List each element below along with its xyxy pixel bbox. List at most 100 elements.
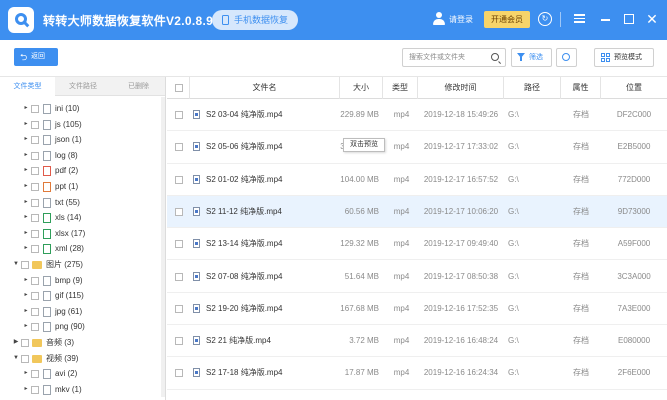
tree-checkbox[interactable] (31, 292, 39, 301)
tree-item[interactable]: ▸ json (1) (0, 132, 160, 148)
tree-item-label: xls (14) (55, 213, 82, 223)
maximize-icon[interactable] (622, 12, 636, 26)
tree-checkbox[interactable] (31, 245, 39, 254)
menu-icon[interactable] (572, 12, 586, 26)
close-icon[interactable]: ✕ (645, 12, 659, 26)
table-row[interactable]: S2 01-02 纯净版.mp4 104.00 MB mp4 2019-12-17 1… (167, 164, 667, 196)
tree-item[interactable]: ▸ mkv (1) (0, 382, 160, 398)
tree-checkbox[interactable] (31, 120, 39, 129)
back-button[interactable]: ⮌ 返回 (14, 48, 58, 66)
tree-checkbox[interactable] (31, 136, 39, 145)
search-icon[interactable] (491, 53, 499, 61)
tree-item[interactable]: ▸ xml (28) (0, 241, 160, 257)
row-checkbox[interactable] (175, 304, 183, 313)
tree-checkbox[interactable] (31, 229, 39, 238)
table-row[interactable]: S2 17-18 纯净版.mp4 17.87 MB mp4 2019-12-16 16… (167, 357, 667, 390)
tree-checkbox[interactable] (21, 261, 29, 269)
tree-item[interactable]: ▸ bmp (9) (0, 273, 160, 289)
file-type-icon (43, 182, 51, 192)
login-link[interactable]: 请登录 (449, 14, 473, 25)
tree-item[interactable]: ▸ js (105) (0, 117, 160, 133)
tree-item[interactable]: ▸ pdf (2) (0, 163, 160, 179)
phone-recovery-button[interactable]: 手机数据恢复 (212, 10, 298, 30)
row-checkbox[interactable] (175, 240, 183, 249)
tree-item[interactable]: ▶ 音频 (3) (0, 335, 160, 351)
tree-checkbox[interactable] (31, 276, 39, 285)
expand-down-icon[interactable]: ▼ (12, 351, 20, 367)
tree-checkbox[interactable] (31, 214, 39, 223)
tree-item-label: xlsx (17) (55, 228, 86, 238)
tree-checkbox[interactable] (31, 151, 39, 160)
select-all-checkbox[interactable] (175, 84, 183, 92)
tree-item[interactable]: ▸ gif (115) (0, 288, 160, 304)
tree-item[interactable]: ▸ ppt (1) (0, 179, 160, 195)
tree-checkbox[interactable] (31, 198, 39, 207)
row-checkbox[interactable] (175, 143, 183, 152)
column-position[interactable]: 位置 (601, 77, 667, 99)
video-file-icon (193, 174, 200, 184)
table-row[interactable]: S2 21 纯净版.mp4 3.72 MB mp4 2019-12-16 16:48:… (167, 325, 667, 358)
tree-checkbox[interactable] (31, 370, 39, 379)
column-modified[interactable]: 修改时间 (418, 77, 504, 99)
file-size-cell: 129.32 MB (340, 239, 379, 249)
tree-item[interactable]: ▸ txt (55) (0, 195, 160, 211)
row-checkbox[interactable] (175, 369, 183, 378)
tab-file-type[interactable]: 文件类型 (0, 77, 55, 96)
user-icon[interactable] (432, 12, 446, 26)
tree-connector-icon: ▸ (24, 183, 28, 189)
table-row[interactable]: S2 05-06 纯净版.mp4345.54 MBmp42019-12-17 1… (167, 131, 667, 164)
tree-item[interactable]: ▸ log (8) (0, 148, 160, 164)
table-row[interactable]: S2 11-12 纯净版.mp4 60.56 MB mp4 2019-12-17 10… (167, 195, 667, 229)
row-checkbox[interactable] (175, 207, 183, 216)
row-checkbox[interactable] (175, 111, 183, 119)
column-type[interactable]: 类型 (383, 77, 418, 99)
column-attr[interactable]: 属性 (561, 77, 601, 99)
preview-mode-button[interactable]: 预览模式 (594, 48, 654, 67)
search-input[interactable] (403, 49, 487, 66)
back-arrow-icon: ⮌ (20, 52, 28, 62)
tree-checkbox[interactable] (31, 307, 39, 316)
row-checkbox[interactable] (175, 337, 183, 346)
tree-item[interactable]: ▸ ini (10) (0, 101, 160, 117)
row-checkbox[interactable] (175, 272, 183, 281)
tab-file-path[interactable]: 文件路径 (55, 77, 111, 96)
table-row[interactable]: S2 19-20 纯净版.mp4 167.68 MB mp4 2019-12-16 1… (167, 293, 667, 326)
tree-connector-icon: ▸ (24, 136, 28, 143)
tab-deleted[interactable]: 已删除 (111, 77, 165, 96)
sidebar-scrollbar[interactable] (161, 97, 165, 397)
column-name[interactable]: 文件名 (190, 77, 340, 99)
tree-item[interactable]: ▸ avi (2) (0, 366, 160, 382)
tree-item[interactable]: ▸ jpg (61) (0, 304, 160, 320)
tree-item[interactable]: ▸ xlsx (17) (0, 226, 160, 242)
expand-down-icon[interactable]: ▼ (12, 257, 20, 273)
tree-checkbox[interactable] (31, 323, 39, 332)
vip-button[interactable]: 开通会员 (484, 11, 530, 28)
tree-checkbox[interactable] (31, 385, 39, 394)
tree-checkbox[interactable] (31, 183, 39, 191)
zoom-button[interactable] (556, 48, 577, 67)
tree-checkbox[interactable] (31, 167, 39, 176)
attr-cell: 存档 (573, 206, 589, 216)
tree-item[interactable]: ▸ xls (14) (0, 210, 160, 226)
column-size[interactable]: 大小 (340, 77, 383, 99)
refresh-icon[interactable]: ↻ (538, 12, 552, 26)
tree-item-label: 音频 (3) (46, 338, 74, 347)
row-checkbox[interactable] (175, 175, 183, 184)
preview-mode-label: 预览模式 (614, 54, 642, 61)
tree-item[interactable]: ▼ 视频 (39) (0, 351, 160, 367)
table-row[interactable]: S2 13-14 纯净版.mp4 129.32 MB mp4 2019-12-17 0… (167, 228, 667, 261)
table-row[interactable]: S2 07-08 纯净版.mp4 51.64 MB mp4 2019-12-17 08… (167, 261, 667, 293)
column-path[interactable]: 路径 (504, 77, 561, 99)
tree-item[interactable]: ▼ 图片 (275) (0, 257, 160, 273)
minimize-icon[interactable] (598, 12, 612, 26)
tree-item[interactable]: ▸ png (90) (0, 319, 160, 335)
tree-item-label: ini (10) (55, 104, 80, 113)
tree-connector-icon: ▸ (24, 370, 28, 377)
tree-checkbox[interactable] (31, 105, 39, 113)
tree-checkbox[interactable] (21, 354, 29, 363)
expand-right-icon[interactable]: ▶ (12, 335, 20, 351)
tree-checkbox[interactable] (21, 339, 29, 347)
table-row[interactable]: S2 03-04 纯净版.mp4 229.89 MB mp4 2019-12-18 1… (167, 99, 667, 132)
file-name-cell: S2 03-04 纯净版.mp4 (206, 110, 283, 119)
filter-button[interactable]: 筛选 (511, 48, 552, 67)
